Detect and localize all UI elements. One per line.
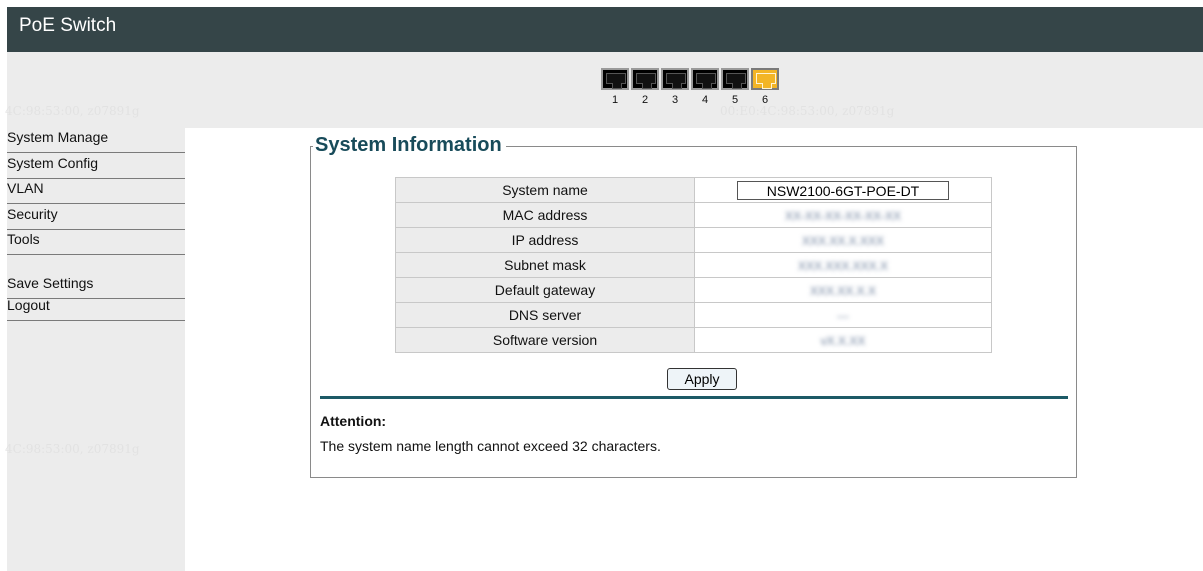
table-row: Default gateway XXX.XX.X.X [395,277,992,303]
sidebar-item-label: System Manage [7,129,109,145]
sidebar-item-label: Logout [7,297,50,313]
port-number: 1 [611,94,619,106]
dns-server-value: --- [837,309,849,323]
row-label: Subnet mask [395,252,695,278]
row-value [694,177,992,203]
row-value: XXX.XX.X.XXX [694,227,992,253]
table-row: Software version vX.X.XX [395,327,992,353]
sidebar-item-logout[interactable]: Logout [7,296,185,321]
port-6-icon[interactable] [751,68,779,90]
row-label: MAC address [395,202,695,228]
row-value: XXX.XXX.XXX.X [694,252,992,278]
table-row: DNS server --- [395,302,992,328]
sidebar-item-label: System Config [7,155,99,171]
row-label: Default gateway [395,277,695,303]
mac-address-value: XX-XX-XX-XX-XX-XX [784,209,902,223]
software-version-value: vX.X.XX [820,334,866,348]
sidebar-item-tools[interactable]: Tools [7,230,185,255]
port-1-icon[interactable] [601,68,629,90]
sidebar-item-label: Save Settings [7,275,94,291]
sidebar-item-label: VLAN [7,180,44,196]
sidebar-nav: System Manage System Config VLAN Securit… [5,128,185,571]
table-row: IP address XXX.XX.X.XXX [395,227,992,253]
default-gateway-value: XXX.XX.X.X [809,284,877,298]
row-label: DNS server [395,302,695,328]
attention-text: The system name length cannot exceed 32 … [320,438,661,454]
port-2-icon[interactable] [631,68,659,90]
watermark-text: 4C:98:53:00, z07891g [5,104,140,118]
sidebar-item-system-manage[interactable]: System Manage [7,128,185,153]
section-divider [320,396,1068,399]
row-value: --- [694,302,992,328]
port-4-icon[interactable] [691,68,719,90]
row-label: Software version [395,327,695,353]
row-label: System name [395,177,695,203]
port-numbers: 1 2 3 4 5 6 [601,94,785,108]
watermark-text: 4C:98:53:00, z07891g [5,442,140,456]
row-label: IP address [395,227,695,253]
attention-title: Attention: [320,413,387,429]
sidebar-item-vlan[interactable]: VLAN [7,179,185,204]
port-number: 6 [761,94,769,106]
app-frame: PoE Switch 1 2 3 4 5 6 4C:98:53:00, z078… [5,7,1203,571]
app-title: PoE Switch [19,15,117,36]
table-row: MAC address XX-XX-XX-XX-XX-XX [395,202,992,228]
system-info-table: System name MAC address XX-XX-XX-XX-XX-X… [395,177,992,353]
table-row: System name [395,177,992,203]
panel-title: System Information [313,133,506,157]
port-panel [601,68,785,90]
port-status-bar: 1 2 3 4 5 6 4C:98:53:00, z07891g 00:E0:4… [5,52,1203,128]
row-value: XXX.XX.X.X [694,277,992,303]
port-number: 5 [731,94,739,106]
port-number: 3 [671,94,679,106]
port-number: 2 [641,94,649,106]
row-value: vX.X.XX [694,327,992,353]
port-5-icon[interactable] [721,68,749,90]
port-number: 4 [701,94,709,106]
row-value: XX-XX-XX-XX-XX-XX [694,202,992,228]
ip-address-value: XXX.XX.X.XXX [801,234,885,248]
sidebar-item-security[interactable]: Security [7,205,185,230]
table-row: Subnet mask XXX.XXX.XXX.X [395,252,992,278]
port-3-icon[interactable] [661,68,689,90]
sidebar-item-label: Security [7,206,58,222]
apply-button[interactable]: Apply [667,368,737,390]
system-name-input[interactable] [737,181,949,200]
sidebar-item-label: Tools [7,231,40,247]
subnet-mask-value: XXX.XXX.XXX.X [797,259,889,273]
sidebar-item-system-config[interactable]: System Config [7,154,185,179]
app-header: PoE Switch [7,7,1203,52]
